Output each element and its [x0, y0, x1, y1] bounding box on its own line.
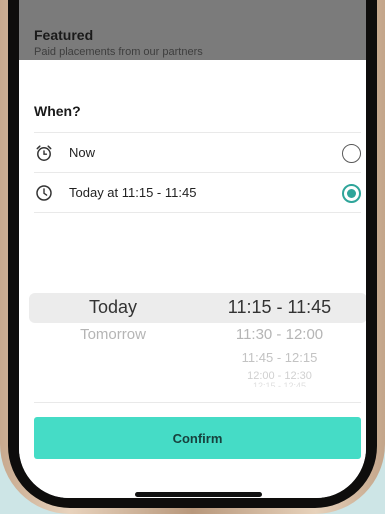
featured-subtitle: Paid placements from our partners — [34, 46, 203, 58]
divider — [34, 212, 361, 213]
featured-title: Featured — [34, 27, 94, 43]
sheet-title: When? — [34, 103, 81, 119]
option-now-radio[interactable] — [342, 144, 361, 163]
time-option[interactable]: 12:15 - 12:45 — [197, 381, 362, 387]
option-scheduled-label: Today at 11:15 - 11:45 — [69, 185, 197, 200]
time-option[interactable]: 12:00 - 12:30 — [197, 370, 362, 380]
when-sheet: When? Now Today at 11:15 - 11:45 Today T… — [19, 60, 366, 498]
divider — [34, 402, 361, 403]
home-indicator[interactable] — [135, 492, 262, 497]
day-option[interactable]: Today — [53, 297, 173, 318]
time-option[interactable]: 11:45 - 12:15 — [197, 350, 362, 365]
phone-screen: Featured Paid placements from our partne… — [19, 0, 366, 498]
confirm-button[interactable]: Confirm — [34, 417, 361, 459]
day-option[interactable]: Tomorrow — [53, 326, 173, 343]
clock-icon — [36, 185, 52, 201]
option-now-label: Now — [69, 145, 96, 160]
dimmed-background[interactable]: Featured Paid placements from our partne… — [19, 0, 366, 60]
option-now[interactable]: Now — [19, 133, 366, 173]
time-option[interactable]: 11:15 - 11:45 — [197, 297, 362, 318]
time-picker[interactable]: Today Tomorrow 11:15 - 11:45 11:30 - 12:… — [19, 292, 366, 392]
alarm-clock-icon — [36, 145, 52, 161]
option-scheduled-radio[interactable] — [342, 184, 361, 203]
phone-frame: Featured Paid placements from our partne… — [0, 0, 385, 514]
option-scheduled[interactable]: Today at 11:15 - 11:45 — [19, 173, 366, 213]
time-option[interactable]: 11:30 - 12:00 — [197, 326, 362, 343]
